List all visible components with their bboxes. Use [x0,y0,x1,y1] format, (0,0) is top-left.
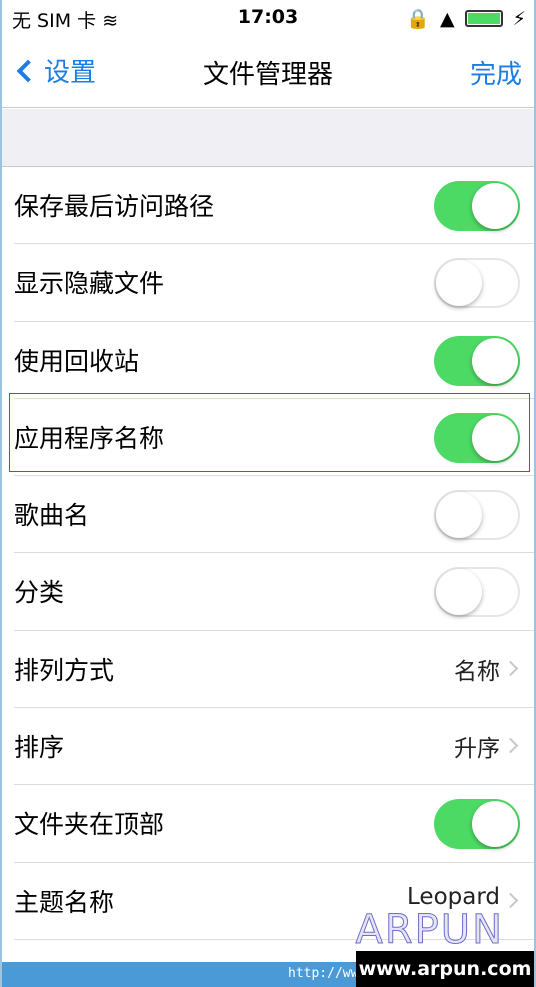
settings-row: 文件夹在顶部 [14,785,534,863]
settings-row[interactable]: 排列方式 名称 [14,631,534,709]
row-value: Leopard [407,883,500,910]
watermark: ARPUN [355,907,504,954]
row-label: 使用回收站 [14,346,140,376]
settings-row: 保存最后访问路径 [14,167,534,245]
toggle-knob [436,492,482,539]
toggle-switch[interactable] [434,258,520,309]
toggle-knob [436,569,482,616]
row-label: 显示隐藏文件 [14,269,165,299]
battery-icon [464,10,503,27]
toggle-knob [472,337,518,384]
rotation-lock-icon: 🔒 [406,8,431,30]
section-header [2,109,534,167]
row-label: 排列方式 [14,655,115,685]
charging-icon: ⚡ [512,7,526,30]
toggle-knob [472,183,518,229]
row-label: 文件夹在顶部 [14,810,165,840]
row-value: 名称 [454,658,500,685]
row-label: 歌曲名 [14,501,90,531]
highlight-box [9,393,530,472]
toggle-switch[interactable] [434,567,520,618]
status-bar: 无 SIM 卡 ≋ 17:03 🔒 ▲ ⚡ [2,0,534,36]
nav-bar: 设置 文件管理器 完成 [2,36,534,108]
row-value: 升序 [454,736,500,763]
toggle-switch[interactable] [434,335,520,386]
done-button[interactable]: 完成 [470,54,522,91]
settings-row[interactable]: 排序 升序 [14,708,534,786]
toggle-switch[interactable] [434,799,520,850]
toggle-knob [472,801,518,848]
row-label: 分类 [14,578,65,608]
settings-row: 使用回收站 [14,322,534,399]
settings-row: 分类 [14,553,534,631]
toggle-switch[interactable] [434,490,520,541]
brand-label: www.arpun.com [356,951,534,987]
row-label: 排序 [14,733,65,763]
chevron-right-icon [502,660,519,677]
toggle-switch[interactable] [434,181,520,231]
settings-list: 保存最后访问路径 显示隐藏文件 使用回收站 应用程序名称 歌曲名 分类 排列方式 名称 排序 升序… [2,167,534,940]
row-label: 主题名称 [14,887,115,917]
chevron-right-icon [502,892,519,908]
toggle-knob [436,260,482,307]
airplay-icon: ▲ [440,7,455,30]
settings-row: 显示隐藏文件 [14,244,534,322]
footer-url: http://ww [288,966,359,981]
settings-row: 歌曲名 [14,476,534,554]
chevron-right-icon [502,737,519,754]
page-title: 文件管理器 [202,60,333,90]
row-label: 保存最后访问路径 [14,192,215,221]
